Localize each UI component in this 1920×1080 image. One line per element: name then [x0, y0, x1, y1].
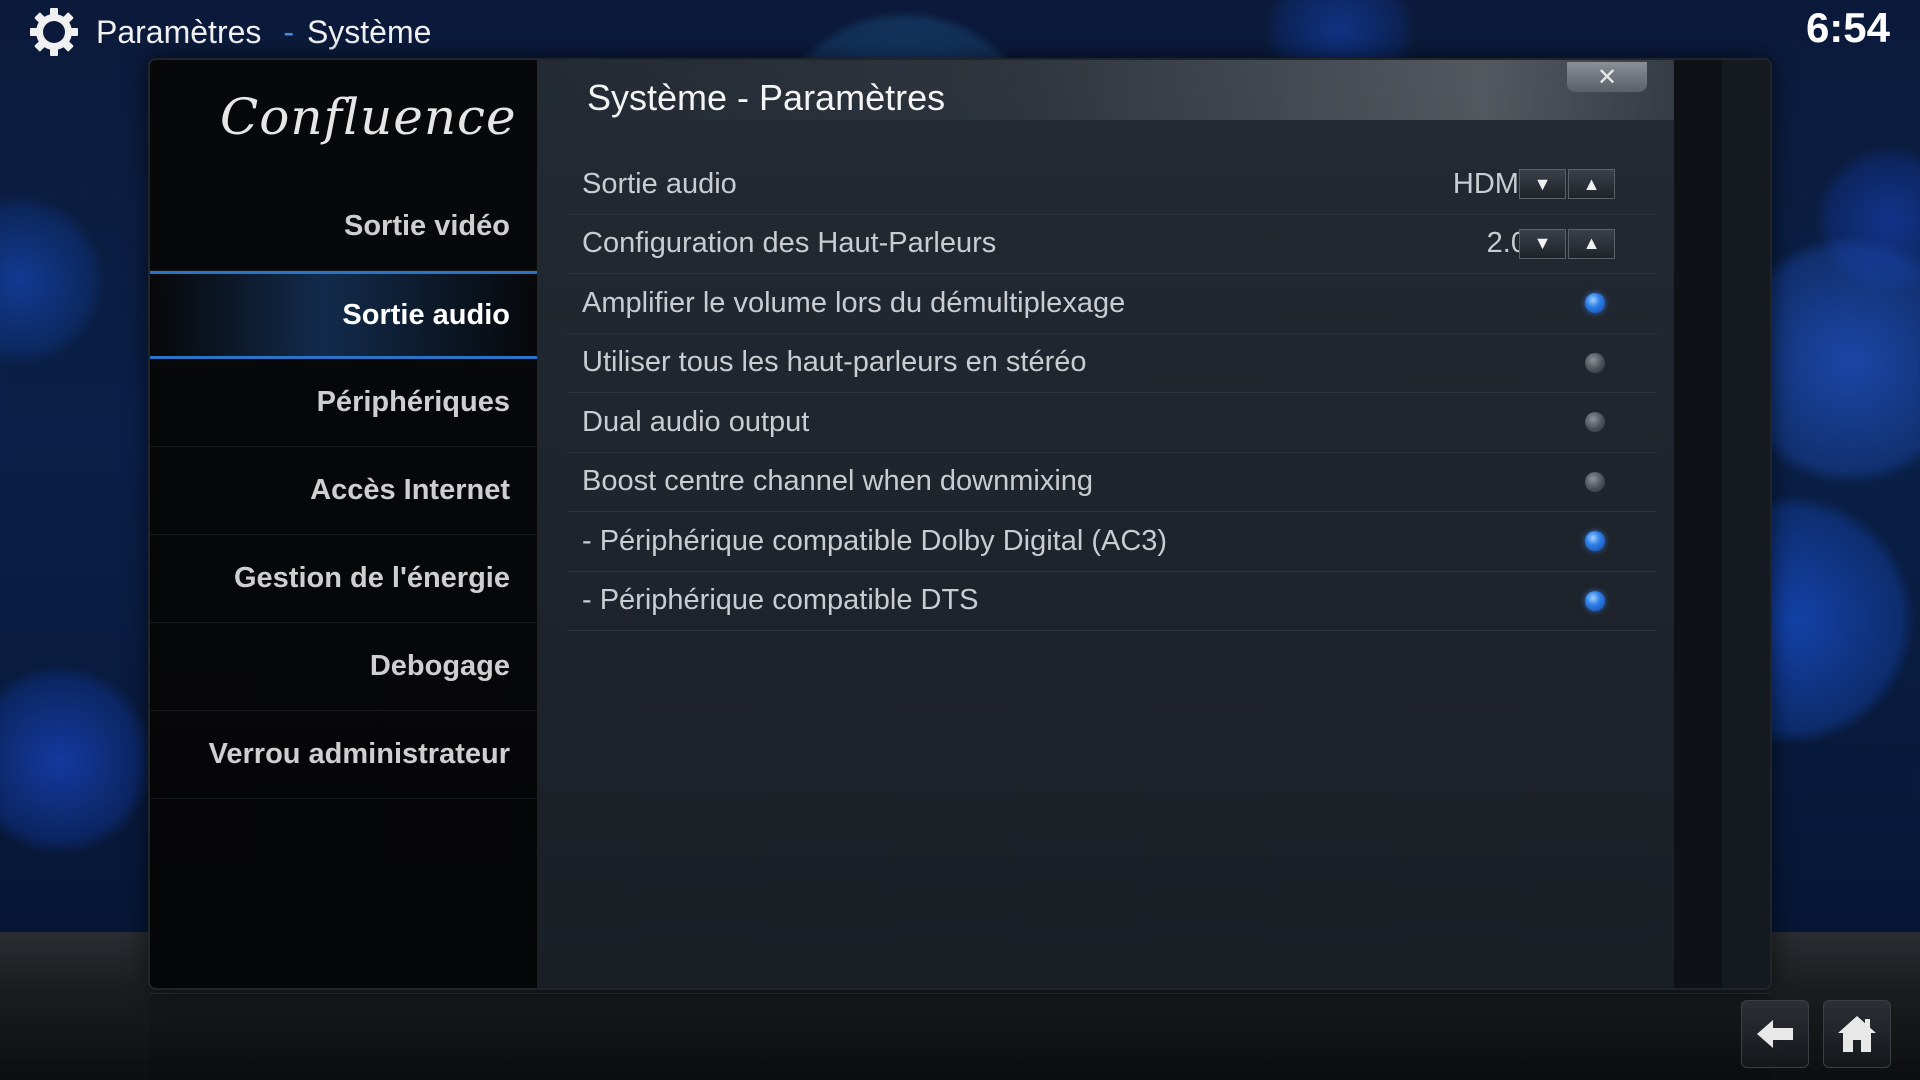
gear-icon	[30, 8, 78, 56]
dialog-right-rail	[1674, 60, 1722, 988]
setting-row-all-speakers-stereo[interactable]: Utiliser tous les haut-parleurs en stéré…	[567, 334, 1657, 393]
breadcrumb-subsection: Système	[306, 13, 432, 50]
sidebar-item-verrou-administrateur[interactable]: Verrou administrateur	[150, 711, 537, 799]
back-arrow-icon	[1757, 1020, 1793, 1048]
breadcrumb: Paramètres - Système	[28, 8, 431, 56]
triangle-down-icon: ▼	[1533, 233, 1552, 253]
setting-row-boost-centre[interactable]: Boost centre channel when downmixing	[567, 453, 1657, 512]
radio-toggle[interactable]	[1585, 471, 1605, 492]
clock: 6:54	[1805, 4, 1890, 51]
bottom-bar	[150, 993, 1770, 1080]
triangle-up-icon: ▲	[1582, 173, 1601, 194]
sidebar-item-label: Sortie audio	[342, 298, 510, 331]
close-icon: ✕	[1596, 63, 1618, 91]
spinner-up-button[interactable]: ▲	[1568, 169, 1615, 199]
sidebar-item-sortie-audio[interactable]: Sortie audio	[150, 271, 537, 359]
setting-value: HDMI	[1452, 167, 1527, 200]
spinner-down-button[interactable]: ▼	[1519, 228, 1566, 259]
sidebar-item-debogage[interactable]: Debogage	[150, 623, 537, 711]
sidebar-item-label: Debogage	[369, 650, 510, 682]
dialog-title: Système - Paramètres	[587, 77, 946, 118]
value-spinner: ▼ ▲	[1519, 228, 1615, 259]
setting-label: Dual audio output	[582, 405, 810, 438]
triangle-down-icon: ▼	[1533, 173, 1552, 194]
breadcrumb-section: Paramètres	[96, 13, 262, 50]
back-button[interactable]	[1741, 1000, 1809, 1068]
setting-label: - Périphérique compatible Dolby Digital …	[582, 524, 1168, 557]
sidebar: Confluence Sortie vidéo Sortie audio Pér…	[150, 60, 537, 988]
sidebar-item-label: Gestion de l'énergie	[233, 562, 510, 594]
setting-label: Boost centre channel when downmixing	[582, 465, 1094, 498]
sidebar-item-label: Verrou administrateur	[208, 738, 510, 770]
home-icon	[1838, 1016, 1876, 1052]
sidebar-item-gestion-energie[interactable]: Gestion de l'énergie	[150, 535, 537, 623]
confluence-logo: Confluence	[220, 88, 517, 146]
sidebar-nav: Sortie vidéo Sortie audio Périphériques …	[150, 183, 537, 799]
setting-label: Configuration des Haut-Parleurs	[582, 227, 997, 260]
sidebar-item-label: Accès Internet	[310, 474, 510, 506]
setting-row-dolby-digital[interactable]: - Périphérique compatible Dolby Digital …	[567, 512, 1657, 572]
sidebar-item-sortie-video[interactable]: Sortie vidéo	[150, 183, 537, 271]
setting-label: Utiliser tous les haut-parleurs en stéré…	[582, 346, 1087, 379]
settings-list: Sortie audio HDMI ▼ ▲ Configuration des …	[567, 155, 1657, 631]
sidebar-item-label: Périphériques	[316, 386, 510, 418]
sidebar-item-peripheriques[interactable]: Périphériques	[150, 359, 537, 447]
sidebar-item-acces-internet[interactable]: Accès Internet	[150, 447, 537, 535]
radio-toggle[interactable]	[1585, 531, 1605, 551]
setting-row-amplify-volume[interactable]: Amplifier le volume lors du démultiplexa…	[567, 274, 1657, 334]
spinner-down-button[interactable]: ▼	[1519, 169, 1566, 199]
settings-content: Système - Paramètres ✕ Sortie audio HDMI…	[537, 60, 1722, 988]
home-button[interactable]	[1823, 1000, 1891, 1068]
spinner-up-button[interactable]: ▲	[1568, 228, 1615, 259]
triangle-up-icon: ▲	[1582, 233, 1601, 253]
settings-dialog: Confluence Sortie vidéo Sortie audio Pér…	[150, 60, 1770, 988]
breadcrumb-separator: -	[283, 13, 295, 50]
value-spinner: ▼ ▲	[1519, 169, 1615, 199]
radio-toggle[interactable]	[1585, 352, 1605, 373]
setting-label: Amplifier le volume lors du démultiplexa…	[582, 286, 1126, 319]
setting-label: - Périphérique compatible DTS	[582, 584, 979, 617]
close-button[interactable]: ✕	[1567, 62, 1647, 92]
radio-toggle[interactable]	[1585, 590, 1605, 611]
setting-row-dual-audio-output[interactable]: Dual audio output	[567, 393, 1657, 453]
setting-label: Sortie audio	[582, 167, 737, 200]
setting-row-sortie-audio[interactable]: Sortie audio HDMI ▼ ▲	[567, 155, 1657, 215]
sidebar-item-label: Sortie vidéo	[344, 210, 510, 242]
radio-toggle[interactable]	[1585, 293, 1605, 313]
setting-row-speaker-config[interactable]: Configuration des Haut-Parleurs 2.0 ▼ ▲	[567, 215, 1657, 274]
radio-toggle[interactable]	[1585, 412, 1605, 432]
setting-row-dts[interactable]: - Périphérique compatible DTS	[567, 572, 1657, 631]
